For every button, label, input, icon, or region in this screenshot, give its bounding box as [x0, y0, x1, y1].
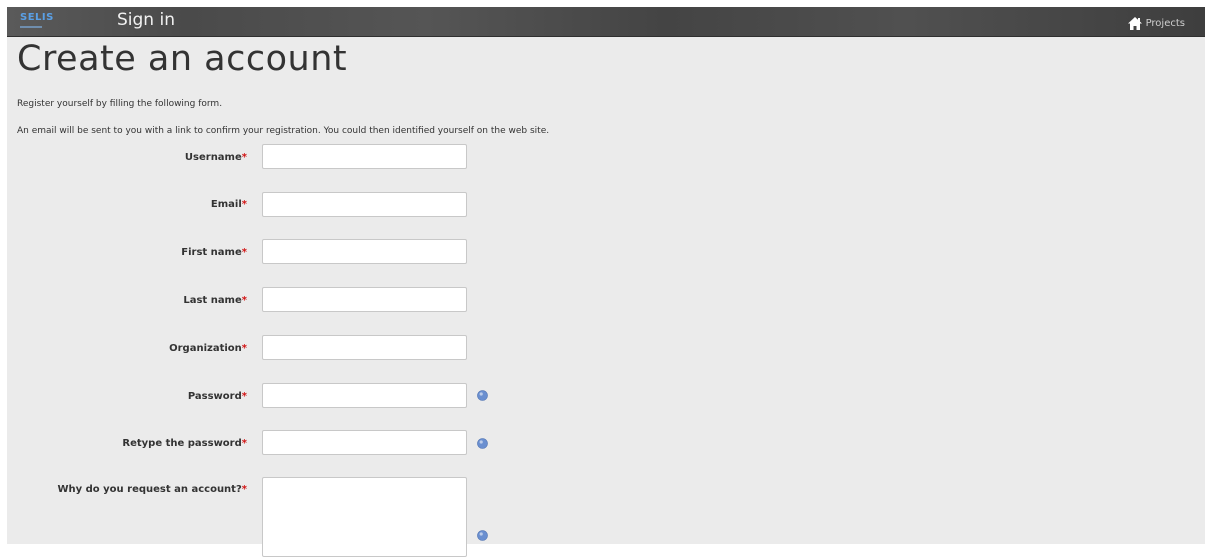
password-help-icon[interactable] — [477, 390, 488, 401]
password-label: Password* — [7, 391, 247, 402]
email-label: Email* — [7, 199, 247, 210]
nav-title: Sign in — [117, 10, 175, 30]
first-name-input[interactable] — [262, 239, 467, 264]
top-bar: SELIS Sign in Projects — [7, 7, 1205, 37]
required-marker: * — [241, 199, 247, 210]
request-reason-label-text: Why do you request an account? — [57, 484, 242, 495]
page-title: Create an account — [17, 39, 348, 79]
required-marker: * — [241, 295, 247, 306]
username-input[interactable] — [262, 144, 467, 169]
username-label-text: Username — [184, 152, 242, 163]
retype-password-help-icon[interactable] — [477, 438, 488, 449]
required-marker: * — [241, 484, 247, 495]
password-input[interactable] — [262, 383, 467, 408]
intro-text: Register yourself by filling the followi… — [17, 99, 223, 109]
required-marker: * — [241, 391, 247, 402]
retype-password-input[interactable] — [262, 430, 467, 455]
organization-input[interactable] — [262, 335, 467, 360]
request-reason-label: Why do you request an account?* — [7, 484, 247, 495]
email-label-text: Email — [210, 199, 242, 210]
required-marker: * — [241, 152, 247, 163]
required-marker: * — [241, 343, 247, 354]
request-reason-help-icon[interactable] — [477, 530, 488, 541]
logo[interactable]: SELIS — [20, 12, 54, 23]
projects-link-label: Projects — [1145, 17, 1185, 29]
home-icon — [1127, 16, 1142, 30]
page: SELIS Sign in Projects Create an account… — [7, 7, 1205, 557]
last-name-input[interactable] — [262, 287, 467, 312]
required-marker: * — [241, 438, 247, 449]
confirmation-note: An email will be sent to you with a link… — [17, 126, 550, 136]
first-name-label: First name* — [7, 247, 247, 258]
organization-label: Organization* — [7, 343, 247, 354]
logo-underline — [20, 26, 42, 28]
last-name-label-text: Last name — [183, 295, 242, 306]
organization-label-text: Organization — [169, 343, 242, 354]
main-content: Create an account Register yourself by f… — [17, 39, 1197, 136]
required-marker: * — [241, 247, 247, 258]
password-label-text: Password — [187, 391, 242, 402]
first-name-label-text: First name — [181, 247, 242, 258]
email-input[interactable] — [262, 192, 467, 217]
last-name-label: Last name* — [7, 295, 247, 306]
retype-password-label: Retype the password* — [7, 438, 247, 449]
projects-link[interactable]: Projects — [1127, 15, 1185, 31]
request-reason-textarea[interactable] — [262, 477, 467, 557]
retype-password-label-text: Retype the password — [122, 438, 242, 449]
username-label: Username* — [7, 152, 247, 163]
